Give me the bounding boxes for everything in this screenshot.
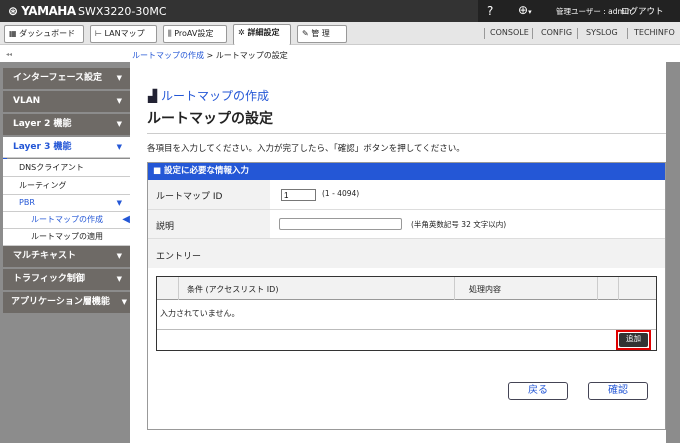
sidebar-label: VLAN — [13, 96, 41, 106]
yamaha-logo: ⊛ YAMAHA — [8, 4, 76, 18]
routemap-id-label: ルートマップ ID — [148, 180, 270, 209]
sidebar-label: PBR — [19, 198, 35, 207]
sidebar-label: ルートマップの作成 — [31, 215, 103, 224]
language-globe-icon[interactable]: ⊕▾ — [518, 3, 532, 17]
active-marker-icon: ◀ — [122, 214, 130, 225]
sidebar-item-traffic[interactable]: トラフィック制御 ▼ — [3, 269, 130, 290]
sidebar-label: インターフェース設定 — [13, 73, 103, 83]
sidebar-item-pbr[interactable]: PBR ▼ — [3, 195, 130, 212]
section-icon: ▟ — [148, 89, 162, 103]
chevron-down-icon: ▼ — [116, 97, 122, 105]
tab-label: LANマップ — [104, 29, 145, 38]
techinfo-link[interactable]: TECHINFO — [634, 28, 675, 37]
section-title: ▟ ルートマップの作成 — [148, 87, 269, 104]
sidebar-item-dns[interactable]: DNSクライアント — [3, 159, 130, 177]
entry-label: エントリー — [148, 239, 665, 268]
toolbar: ▦ ダッシュボード ⊢ LANマップ ⫼ ProAV設定 ✲ 詳細設定 ✎ 管 … — [0, 22, 680, 45]
model-name: SWX3220-30MC — [78, 5, 167, 18]
dashboard-icon: ▦ — [9, 29, 20, 38]
sidebar-item-routing[interactable]: ルーティング — [3, 177, 130, 195]
column-condition: 条件 (アクセスリスト ID) — [187, 285, 279, 294]
routemap-id-hint: (1 - 4094) — [322, 189, 360, 198]
breadcrumb-current: ルートマップの設定 — [215, 51, 288, 60]
divider — [147, 133, 666, 134]
console-link[interactable]: CONSOLE — [490, 28, 529, 37]
sidebar-item-routemap-apply[interactable]: ルートマップの適用 — [3, 229, 130, 246]
routemap-id-input[interactable] — [281, 189, 316, 201]
gear-icon: ✲ — [238, 28, 248, 37]
tab-management[interactable]: ✎ 管 理 — [297, 25, 347, 43]
tab-lanmap[interactable]: ⊢ LANマップ — [90, 25, 157, 43]
breadcrumb-parent[interactable]: ルートマップの作成 — [132, 51, 204, 60]
chevron-down-icon: ▼ — [121, 298, 127, 306]
description-input[interactable] — [279, 218, 402, 230]
description-label: 説明 — [148, 210, 270, 238]
lanmap-icon: ⊢ — [95, 29, 105, 38]
column-action: 処理内容 — [469, 285, 501, 294]
sidebar-label: アプリケーション層機能 — [11, 297, 110, 307]
wrench-icon: ✎ — [302, 29, 312, 38]
tab-advanced-settings[interactable]: ✲ 詳細設定 — [233, 24, 291, 45]
config-link[interactable]: CONFIG — [541, 28, 572, 37]
breadcrumb: ルートマップの作成 > ルートマップの設定 — [132, 50, 288, 61]
chevron-down-icon: ▼ — [116, 120, 122, 128]
panel-header: ■ 設定に必要な情報入力 — [148, 163, 665, 180]
description-hint: (半角英数記号 32 文字以内) — [411, 220, 507, 229]
instruction-text: 各項目を入力してください。入力が完了したら、「確認」ボタンを押してください。 — [147, 144, 465, 154]
sidebar-item-interface[interactable]: インターフェース設定 ▼ — [3, 68, 130, 89]
help-button[interactable]: ? — [487, 4, 493, 18]
sidebar-item-layer3[interactable]: Layer 3 機能 ▼ — [3, 137, 130, 158]
sidebar-label: トラフィック制御 — [13, 274, 85, 284]
collapse-sidebar-button[interactable]: ◂◂ — [6, 51, 12, 58]
empty-message: 入力されていません。 — [160, 309, 240, 318]
tab-dashboard[interactable]: ▦ ダッシュボード — [4, 25, 84, 43]
sidebar-item-vlan[interactable]: VLAN ▼ — [3, 91, 130, 112]
sidebar-item-multicast[interactable]: マルチキャスト ▼ — [3, 246, 130, 267]
chevron-down-icon: ▼ — [116, 74, 122, 82]
confirm-button[interactable]: 確認 — [588, 382, 648, 400]
logo-text: YAMAHA — [21, 4, 76, 18]
routemap-id-row: ルートマップ ID (1 - 4094) — [148, 180, 665, 210]
tab-label: 管 理 — [311, 29, 330, 38]
sidebar-label: Layer 3 機能 — [13, 142, 72, 152]
sidebar-label: Layer 2 機能 — [13, 119, 72, 129]
sidebar-label: マルチキャスト — [13, 251, 77, 261]
tab-label: 詳細設定 — [247, 28, 280, 37]
entry-table: 条件 (アクセスリスト ID) 処理内容 入力されていません。 追加 — [156, 276, 657, 351]
logout-link[interactable]: ログアウト — [621, 5, 664, 17]
tab-label: ProAV設定 — [174, 29, 214, 38]
add-highlight: 追加 — [616, 330, 651, 350]
chevron-down-icon: ▼ — [116, 199, 122, 207]
sidebar-item-layer2[interactable]: Layer 2 機能 ▼ — [3, 114, 130, 135]
description-row: 説明 (半角英数記号 32 文字以内) — [148, 210, 665, 239]
tab-label: ダッシュボード — [19, 29, 76, 38]
back-button[interactable]: 戻る — [508, 382, 568, 400]
right-gutter — [666, 62, 680, 443]
chevron-down-icon: ▼ — [116, 275, 122, 283]
syslog-link[interactable]: SYSLOG — [586, 28, 618, 37]
sidebar-item-routemap-create[interactable]: ルートマップの作成 ◀ — [3, 212, 130, 229]
breadcrumb-separator: > — [206, 51, 214, 60]
tab-proav[interactable]: ⫼ ProAV設定 — [163, 25, 227, 43]
table-header: 条件 (アクセスリスト ID) 処理内容 — [157, 277, 656, 300]
sidebar-item-application[interactable]: アプリケーション層機能 ▼ — [3, 292, 130, 313]
page-title: ルートマップの設定 — [147, 111, 273, 127]
chevron-down-icon: ▼ — [116, 252, 122, 260]
section-title-text: ルートマップの作成 — [161, 89, 270, 103]
sidebar: インターフェース設定 ▼ VLAN ▼ Layer 2 機能 ▼ Layer 3 機能… — [0, 62, 130, 443]
add-button[interactable]: 追加 — [619, 333, 648, 347]
top-bar: ⊛ YAMAHA SWX3220-30MC ? ⊕▾ 管理ユーザー : admi… — [0, 0, 680, 22]
chevron-down-icon: ▼ — [116, 143, 122, 151]
